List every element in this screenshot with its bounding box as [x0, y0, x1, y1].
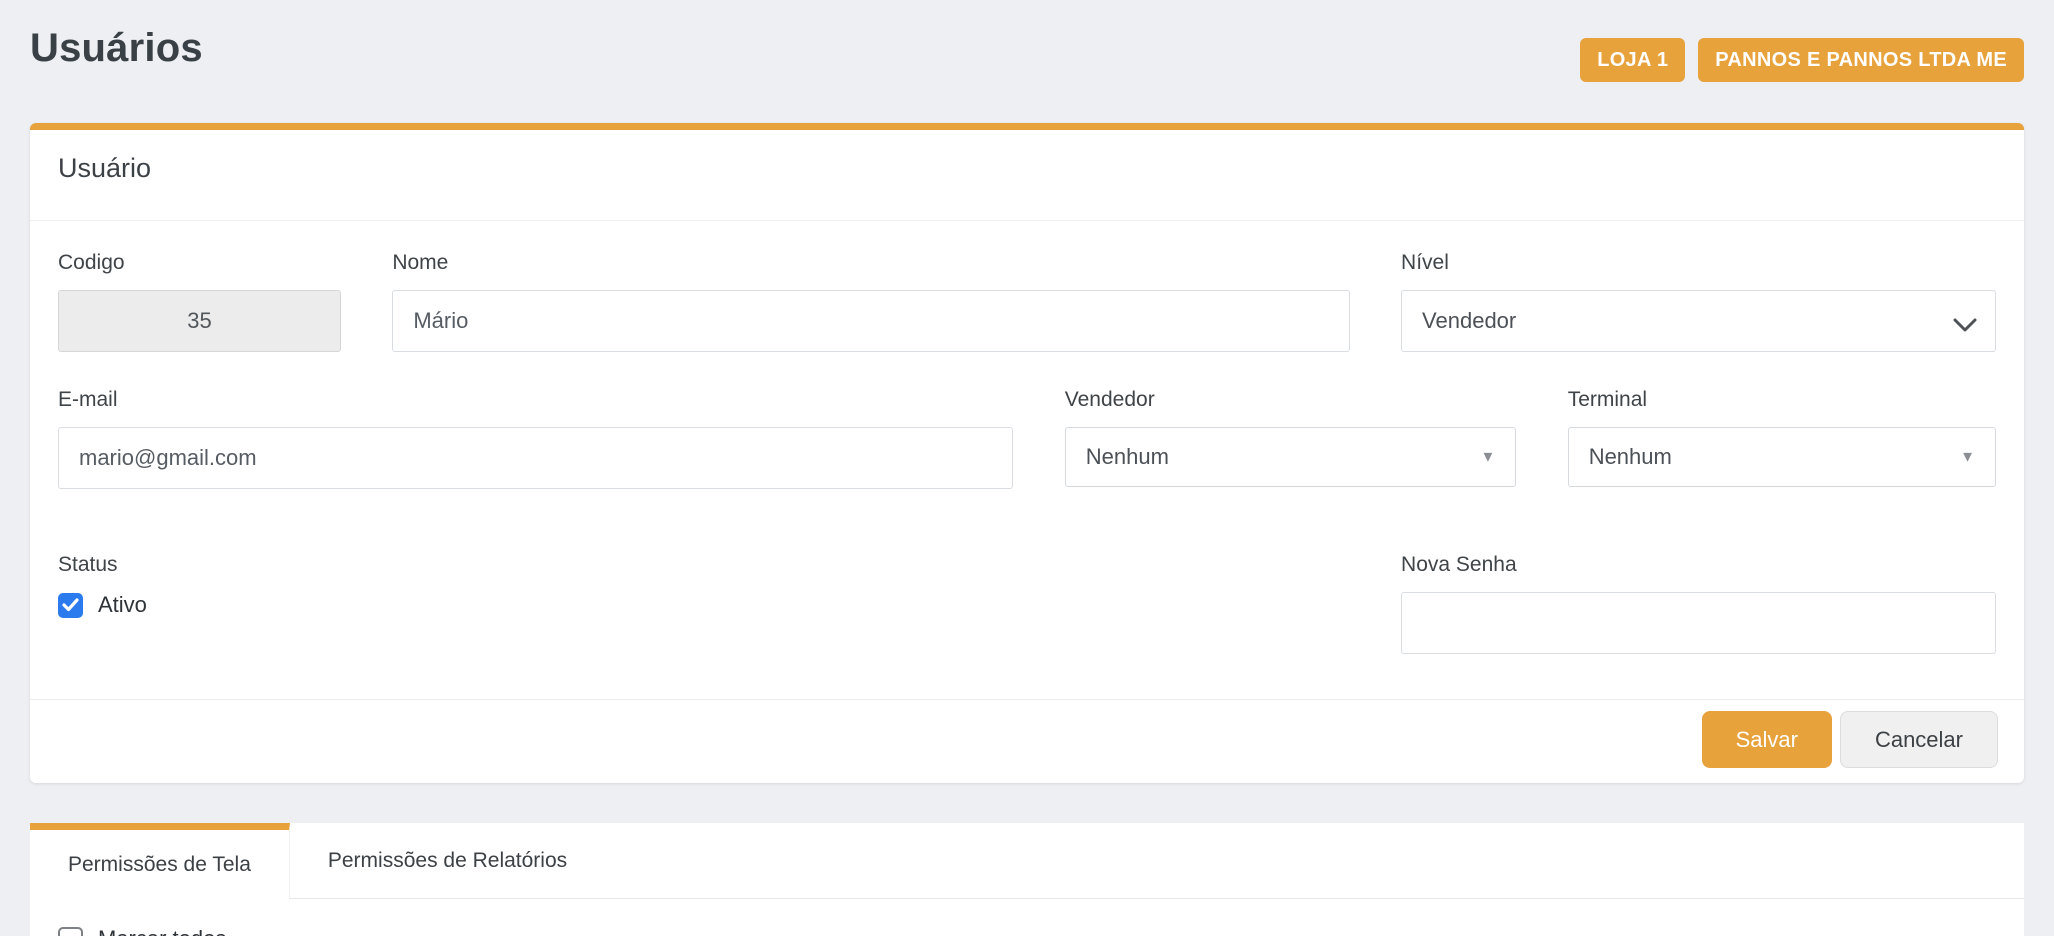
form-row-3: Status Ativo Nova Senha — [58, 553, 1996, 654]
nova-senha-input[interactable] — [1401, 592, 1996, 654]
select-all-row: Marcar todos — [58, 926, 1996, 936]
status-check-row: Ativo — [58, 592, 1013, 618]
tab-bar-filler — [605, 823, 2024, 899]
tab-permissoes-de-tela[interactable]: Permissões de Tela — [30, 823, 290, 899]
cancel-button[interactable]: Cancelar — [1840, 711, 1998, 768]
page: Usuários LOJA 1 PANNOS E PANNOS LTDA ME … — [0, 0, 2054, 936]
card-title: Usuário — [58, 153, 1996, 184]
codigo-input — [58, 290, 341, 352]
form-row-1: Codigo Nome Nível Vendedor — [58, 251, 1996, 352]
store-badge[interactable]: LOJA 1 — [1580, 38, 1685, 82]
nova-senha-field-group: Nova Senha — [1401, 553, 1996, 654]
nivel-selected-value: Vendedor — [1422, 308, 1516, 334]
codigo-field-group: Codigo — [58, 251, 341, 352]
triangle-down-icon: ▼ — [1480, 449, 1495, 466]
marcar-todos-checkbox[interactable] — [58, 927, 83, 936]
header-badges: LOJA 1 PANNOS E PANNOS LTDA ME — [1580, 38, 2024, 82]
nome-field-group: Nome — [392, 251, 1349, 352]
permissions-tabs-section: Permissões de Tela Permissões de Relatór… — [30, 823, 2024, 936]
terminal-field-group: Terminal Nenhum ▼ — [1568, 388, 1996, 489]
triangle-down-icon: ▼ — [1960, 449, 1975, 466]
chevron-down-icon — [1953, 314, 1977, 340]
ativo-checkbox[interactable] — [58, 593, 83, 618]
status-field-group: Status Ativo — [58, 553, 1013, 654]
card-footer: Salvar Cancelar — [30, 699, 2024, 783]
form-row-2: E-mail Vendedor Nenhum ▼ Terminal Nenhum… — [58, 388, 1996, 489]
check-icon — [62, 598, 79, 612]
ativo-checkbox-label[interactable]: Ativo — [98, 592, 147, 618]
card-body: Codigo Nome Nível Vendedor — [30, 221, 2024, 654]
email-label: E-mail — [58, 388, 1013, 412]
terminal-selected-value: Nenhum — [1589, 444, 1672, 470]
email-input[interactable] — [58, 427, 1013, 489]
page-title: Usuários — [30, 26, 203, 71]
user-card: Usuário Codigo Nome Nível Vendedor — [30, 123, 2024, 783]
terminal-dropdown[interactable]: Nenhum ▼ — [1568, 427, 1996, 487]
nivel-label: Nível — [1401, 251, 1996, 275]
vendedor-label: Vendedor — [1065, 388, 1517, 412]
company-badge[interactable]: PANNOS E PANNOS LTDA ME — [1698, 38, 2024, 82]
card-header: Usuário — [30, 130, 2024, 221]
nivel-field-group: Nível Vendedor — [1401, 251, 1996, 352]
vendedor-field-group: Vendedor Nenhum ▼ — [1065, 388, 1517, 489]
status-label: Status — [58, 553, 1013, 577]
page-header: Usuários LOJA 1 PANNOS E PANNOS LTDA ME — [30, 0, 2024, 123]
permissions-panel: Marcar todos — [30, 899, 2024, 936]
nome-label: Nome — [392, 251, 1349, 275]
nivel-select[interactable]: Vendedor — [1401, 290, 1996, 352]
terminal-label: Terminal — [1568, 388, 1996, 412]
save-button[interactable]: Salvar — [1702, 711, 1832, 768]
nova-senha-label: Nova Senha — [1401, 553, 1996, 577]
tab-bar: Permissões de Tela Permissões de Relatór… — [30, 823, 2024, 899]
tab-permissoes-de-relatorios[interactable]: Permissões de Relatórios — [290, 823, 605, 899]
vendedor-dropdown[interactable]: Nenhum ▼ — [1065, 427, 1517, 487]
email-field-group: E-mail — [58, 388, 1013, 489]
nome-input[interactable] — [392, 290, 1349, 352]
codigo-label: Codigo — [58, 251, 341, 275]
vendedor-selected-value: Nenhum — [1086, 444, 1169, 470]
marcar-todos-label[interactable]: Marcar todos — [98, 926, 226, 936]
